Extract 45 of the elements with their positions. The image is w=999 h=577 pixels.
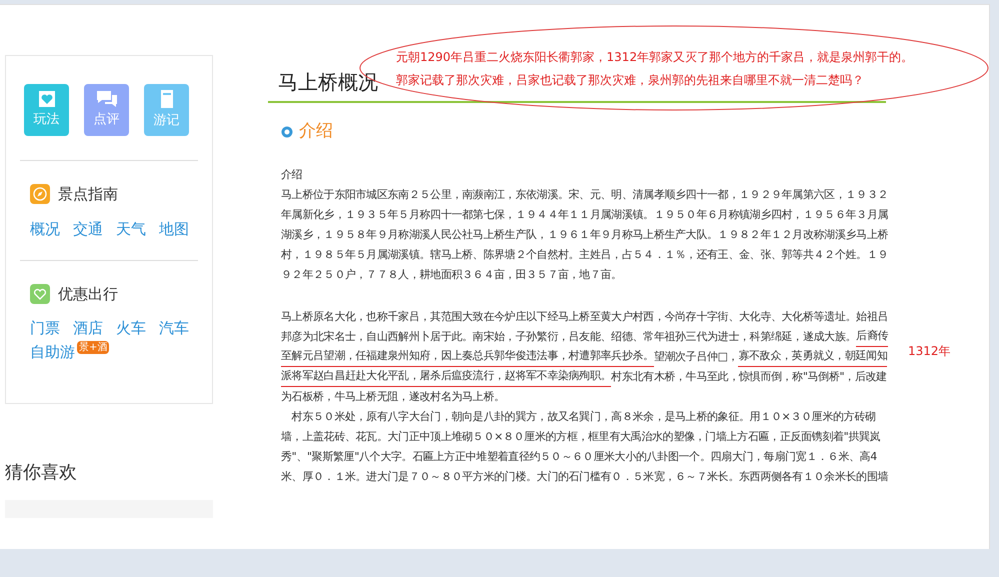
quick-link-button[interactable]: 点评 [84, 84, 129, 136]
guide-link[interactable]: 概况 [30, 218, 60, 240]
underlined-text: 至解元吕望潮，任福建泉州知府，因上奏总兵郭华俊违法事，村遭郭率兵抄杀。 [281, 346, 654, 366]
body-text: 为石板桥，牛马上桥无阻，遂改村名为马上桥。 [281, 388, 505, 404]
guide-link[interactable]: 地图 [159, 218, 189, 240]
guide-link[interactable]: 火车 [116, 317, 146, 339]
compass-icon [30, 184, 50, 204]
notebook-icon [160, 89, 174, 110]
guide-link[interactable]: 天气 [116, 218, 146, 240]
quick-link-button[interactable]: 游记 [144, 84, 189, 136]
circle-bullet-icon [281, 126, 293, 138]
underlined-text: 派将军赵白昌赶赴大化平乱，屠杀后瘟疫流行，赵将军不幸染病殉职。 [281, 366, 612, 386]
chat-bubbles-icon [96, 90, 118, 108]
body-text-line: 湖溪乡，１９５８年９月称湖溪人民公社马上桥生产队，１９６１年９月称马上桥生产大队。１９８２年１２月改称湖溪乡马上桥 [281, 226, 890, 242]
body-text-line: 村东５０米处，原有八字大台门，朝向是八卦的巽方，故又名巽门，高８米余，是马上桥的象征。用１０×３０厘米的方砖砌 [290, 408, 877, 424]
heart-card-icon [38, 90, 56, 108]
margin-note: 1312年 [908, 343, 951, 360]
page-title: 马上桥概况 [278, 69, 378, 96]
guide-link[interactable]: 自助游 [30, 341, 75, 363]
annotation-text: 郭家记载了那次灾难，吕家也记载了那次灾难，泉州郭的先祖来自哪里不就一清二楚吗？ [396, 72, 865, 89]
underlined-text: 寡不敌众，英勇就义，朝廷闻知 [738, 346, 888, 366]
body-text-line: 年属新化乡，１９３５年５月称四十一都第七保，１９４４年１１月属湖溪镇。１９５０年６月称镇湖乡四村，１９５６年３月属 [281, 206, 890, 222]
body-text-line: 马上桥位于东阳市城区东南２５公里，南濒南江，东依湖溪。宋、元、明、清属孝顺乡四十一都，１９２９年属第六区，１９３２ [281, 186, 890, 202]
body-text-line: 秀"、"聚斯繁厘"八个大字。石匾上方正中堆塑着直径约５０～６０厘米大小的八卦图一个。四扇大门，每扇门宽１．６米、高4 [281, 448, 878, 464]
quick-link-button[interactable]: 玩法 [24, 84, 69, 136]
underlined-text: 后裔传 [856, 326, 888, 346]
promo-badge: 景+酒 [77, 341, 110, 354]
guide-link[interactable]: 汽车 [159, 317, 189, 339]
recommend-title: 猜你喜欢 [5, 461, 78, 485]
body-text-line: 米、厚０．１米。进大门是７０～８０平方米的门楼。大门的石门槛有０．５米宽，６～７米长。东西两侧各有１０余米长的围墙 [281, 468, 890, 484]
body-text-line: 村，１９８５年５月属湖溪镇。辖马上桥、陈界塘２个自然村。主姓吕，占５４．１％，还有王、金、张、郭等共４２个姓。１９ [281, 246, 890, 262]
body-text: 望潮次子吕仲□， [654, 348, 738, 364]
subheading: 介绍 [281, 166, 304, 182]
section-title: 优惠出行 [58, 284, 118, 304]
annotation-text: 元朝1290年吕重二火烧东阳长衢郭家，1312年郭家又灭了那个地方的千家吕，就是泉州郭干的。 [396, 49, 914, 66]
guide-link[interactable]: 门票 [30, 317, 60, 339]
body-text-line: 墙，上盖花砖、花瓦。大门正中顶上堆砌５０×８０厘米的方框，框里有大禹治水的塑像，门墙上方石匾，正反面镌刻着"拱巽岚 [281, 428, 882, 444]
body-text-line: ９２年２５０户，７７８人，耕地面积３６４亩，田３５７亩，地７亩。 [281, 266, 623, 282]
body-text: 邦彦为北宋名士，自山西解州卜居于此。南宋始，子孙繁衍，吕友能、绍德、常年祖孙三代为进士，科第绵延，遂成大族。 [281, 328, 856, 344]
body-text: 马上桥原名大化，也称千家吕，其范围大致在今炉庄以下经马上桥至黄大户村西，今尚存十字街、大化寺、大化桥等遗址。始祖吕 [281, 308, 888, 324]
section-title: 景点指南 [58, 184, 118, 205]
body-text: 村东北有木桥，牛马至此，惊惧而倒，称"马倒桥"，后改建 [611, 368, 887, 384]
guide-link[interactable]: 交通 [73, 218, 103, 240]
section-heading: 介绍 [299, 120, 333, 143]
guide-link[interactable]: 酒店 [73, 317, 103, 339]
